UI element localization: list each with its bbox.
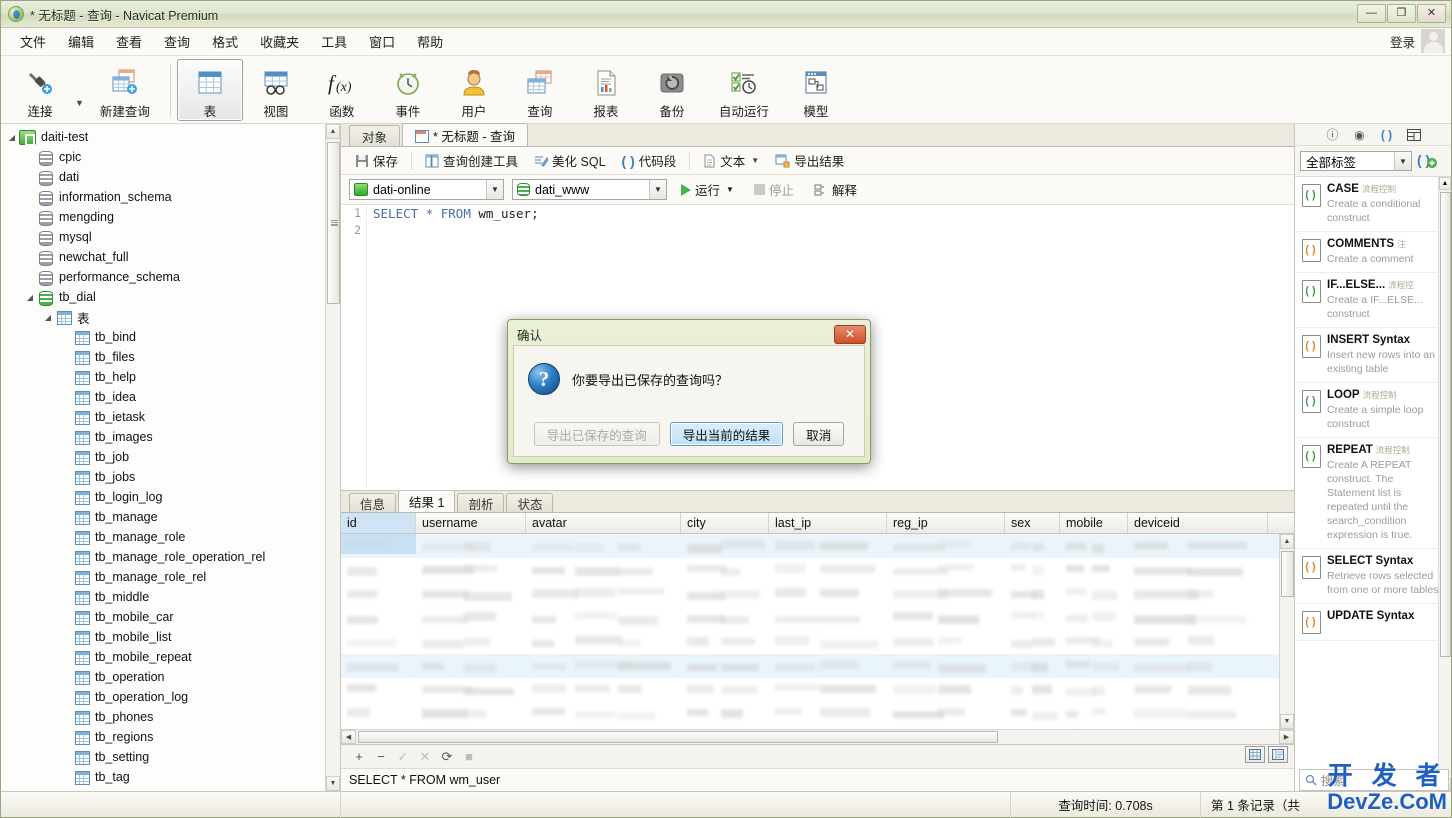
modal-overlay: 确认 ✕ ? 你要导出已保存的查询吗？ 导出已保存的查询 导出当前的结果 取消 — [1, 1, 1451, 817]
dialog-close-button[interactable]: ✕ — [834, 324, 866, 344]
question-icon: ? — [528, 363, 560, 395]
dialog-body: ? 你要导出已保存的查询吗？ 导出已保存的查询 导出当前的结果 取消 — [513, 345, 865, 457]
export-current-result-button[interactable]: 导出当前的结果 — [669, 422, 784, 446]
dialog-message-row: ? 你要导出已保存的查询吗？ — [514, 346, 864, 412]
dialog-message: 你要导出已保存的查询吗？ — [572, 372, 729, 388]
dialog-title-bar: 确认 ✕ — [511, 323, 867, 345]
navicat-window: * 无标题 - 查询 - Navicat Premium — ❐ ✕ 文件 编辑… — [0, 0, 1452, 818]
export-saved-query-button: 导出已保存的查询 — [533, 422, 660, 446]
dialog-button-row: 导出已保存的查询 导出当前的结果 取消 — [514, 412, 864, 456]
confirm-dialog: 确认 ✕ ? 你要导出已保存的查询吗？ 导出已保存的查询 导出当前的结果 取消 — [507, 319, 871, 464]
cancel-button[interactable]: 取消 — [793, 422, 845, 446]
dialog-title: 确认 — [517, 328, 543, 343]
